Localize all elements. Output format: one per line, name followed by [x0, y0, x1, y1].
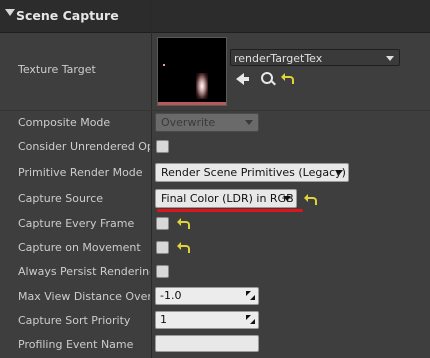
chevron-down-icon[interactable] [5, 9, 15, 16]
capture-every-frame-checkbox[interactable] [156, 217, 169, 230]
capture-sort-priority-input[interactable]: 1 [155, 311, 259, 329]
use-selected-arrow-icon[interactable] [236, 73, 249, 85]
reset-to-default-icon[interactable] [177, 242, 190, 253]
max-view-distance-input[interactable]: -1.0 [155, 287, 259, 305]
texture-thumbnail[interactable] [157, 37, 227, 106]
capture-source-label: Capture Source [18, 192, 104, 205]
chevron-down-icon [245, 120, 253, 125]
thumbnail-glow [196, 73, 208, 99]
composite-mode-value: Overwrite [161, 116, 216, 129]
primitive-render-mode-value: Render Scene Primitives (Legacy) [161, 166, 346, 179]
chevron-down-icon [283, 196, 291, 201]
capture-sort-priority-label: Capture Sort Priority [18, 314, 131, 327]
resize-handle-icon[interactable] [246, 291, 255, 300]
thumbnail-glint [163, 64, 165, 66]
chevron-down-icon [386, 56, 394, 61]
primitive-render-mode-dropdown[interactable]: Render Scene Primitives (Legacy) [155, 163, 349, 182]
max-view-distance-value: -1.0 [160, 289, 182, 302]
profiling-event-name-input[interactable] [155, 335, 259, 352]
capture-source-dropdown[interactable]: Final Color (LDR) in RGB [155, 189, 297, 208]
capture-on-movement-checkbox[interactable] [156, 241, 169, 254]
reset-to-default-icon[interactable] [304, 194, 317, 205]
composite-mode-dropdown[interactable]: Overwrite [155, 113, 259, 132]
always-persist-label: Always Persist Rendering S [18, 265, 150, 278]
highlight-underline [157, 209, 303, 212]
composite-mode-label: Composite Mode [18, 116, 111, 129]
column-divider[interactable] [151, 0, 152, 358]
reset-to-default-icon[interactable] [177, 218, 190, 229]
consider-unrendered-label: Consider Unrendered Opaq [18, 140, 150, 153]
consider-unrendered-checkbox[interactable] [156, 140, 169, 153]
texture-asset-name: renderTargetTex [234, 52, 323, 65]
chevron-down-icon [335, 170, 343, 175]
capture-every-frame-label: Capture Every Frame [18, 217, 135, 230]
always-persist-checkbox[interactable] [156, 265, 169, 278]
thumbnail-asset-bar [158, 102, 226, 105]
texture-asset-picker[interactable]: renderTargetTex [230, 49, 400, 66]
row-separator [0, 110, 430, 111]
section-header[interactable]: Scene Capture [0, 0, 430, 33]
capture-on-movement-label: Capture on Movement [18, 241, 141, 254]
capture-sort-priority-value: 1 [160, 313, 167, 326]
texture-target-label: Texture Target [18, 63, 96, 76]
search-icon[interactable] [261, 72, 273, 84]
primitive-render-mode-label: Primitive Render Mode [18, 166, 143, 179]
capture-source-value: Final Color (LDR) in RGB [161, 192, 294, 205]
reset-to-default-icon[interactable] [281, 73, 294, 84]
resize-handle-icon[interactable] [246, 315, 255, 324]
section-title: Scene Capture [16, 8, 119, 23]
profiling-event-name-label: Profiling Event Name [18, 338, 134, 351]
max-view-distance-label: Max View Distance Overric [18, 290, 150, 303]
